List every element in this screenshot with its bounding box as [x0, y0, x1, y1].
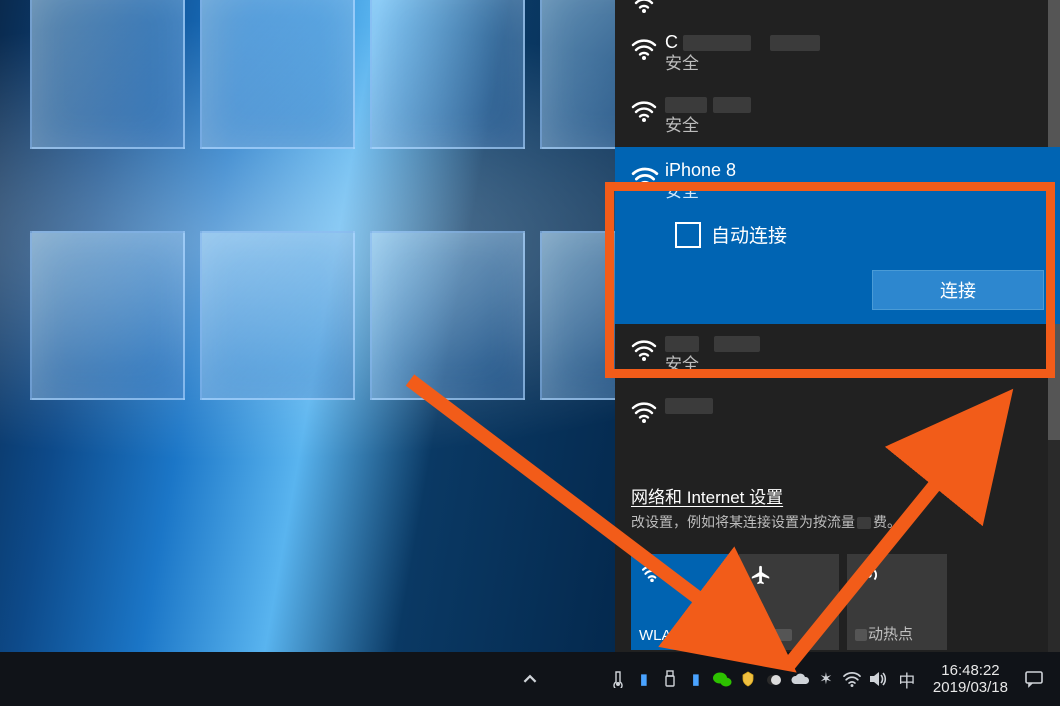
tray-onedrive-icon[interactable] [787, 652, 813, 706]
tile-label: 动热点 [855, 623, 913, 644]
hotspot-icon [857, 564, 881, 591]
tile-mobile-hotspot[interactable]: 动热点 [847, 554, 947, 650]
wifi-network-name: iPhone 8 [665, 159, 736, 181]
network-settings-subtitle: 改设置，例如将某连接设置为按流量费。 [631, 512, 1050, 532]
tray-icon[interactable] [605, 652, 631, 706]
annotation-highlight-box [605, 182, 1055, 378]
tray-icon[interactable] [735, 652, 761, 706]
tile-label: WLAN [639, 627, 682, 644]
wifi-network-name [665, 93, 751, 115]
tray-icon[interactable]: ✶ [813, 652, 839, 706]
wifi-icon [631, 0, 657, 13]
wifi-network-item[interactable] [615, 0, 1060, 23]
tray-wifi-icon[interactable] [839, 652, 865, 706]
tile-airplane-mode[interactable]: 飞 [739, 554, 839, 650]
tray-volume-icon[interactable] [865, 652, 891, 706]
tray-date: 2019/03/18 [933, 679, 1008, 696]
tray-icon[interactable]: ▮ [631, 652, 657, 706]
tile-label: 飞 [747, 623, 792, 644]
tray-overflow-chevron[interactable] [510, 652, 550, 706]
wifi-icon [631, 394, 657, 423]
wifi-network-security: 安全 [665, 53, 820, 75]
tray-usb-icon[interactable] [657, 652, 683, 706]
network-settings-title: 网络和 Internet 设置 [631, 483, 1050, 508]
wifi-network-item[interactable]: 安全 [615, 85, 1060, 147]
tray-icon[interactable]: ▮ [683, 652, 709, 706]
wifi-icon [631, 31, 657, 60]
tray-time: 16:48:22 [941, 662, 999, 679]
taskbar: ▮ ▮ ✶ 中 [0, 652, 1060, 706]
wifi-network-name: C [665, 31, 820, 53]
tile-wlan[interactable]: WLAN [631, 554, 731, 650]
network-settings-link[interactable]: 网络和 Internet 设置 改设置，例如将某连接设置为按流量费。 [631, 483, 1050, 532]
tray-wechat-icon[interactable] [709, 652, 735, 706]
tray-icon[interactable] [761, 652, 787, 706]
tray-action-center-icon[interactable] [1018, 652, 1050, 706]
wifi-network-name [665, 394, 713, 416]
airplane-icon [749, 564, 773, 591]
wifi-network-item[interactable]: C 安全 [615, 23, 1060, 85]
desktop-wallpaper [0, 0, 615, 652]
wifi-icon [641, 564, 663, 587]
wifi-icon [631, 93, 657, 122]
wifi-network-item[interactable] [615, 386, 1060, 433]
tray-clock[interactable]: 16:48:22 2019/03/18 [923, 652, 1018, 706]
tray-ime-indicator[interactable]: 中 [891, 652, 923, 706]
wifi-network-security: 安全 [665, 115, 751, 137]
